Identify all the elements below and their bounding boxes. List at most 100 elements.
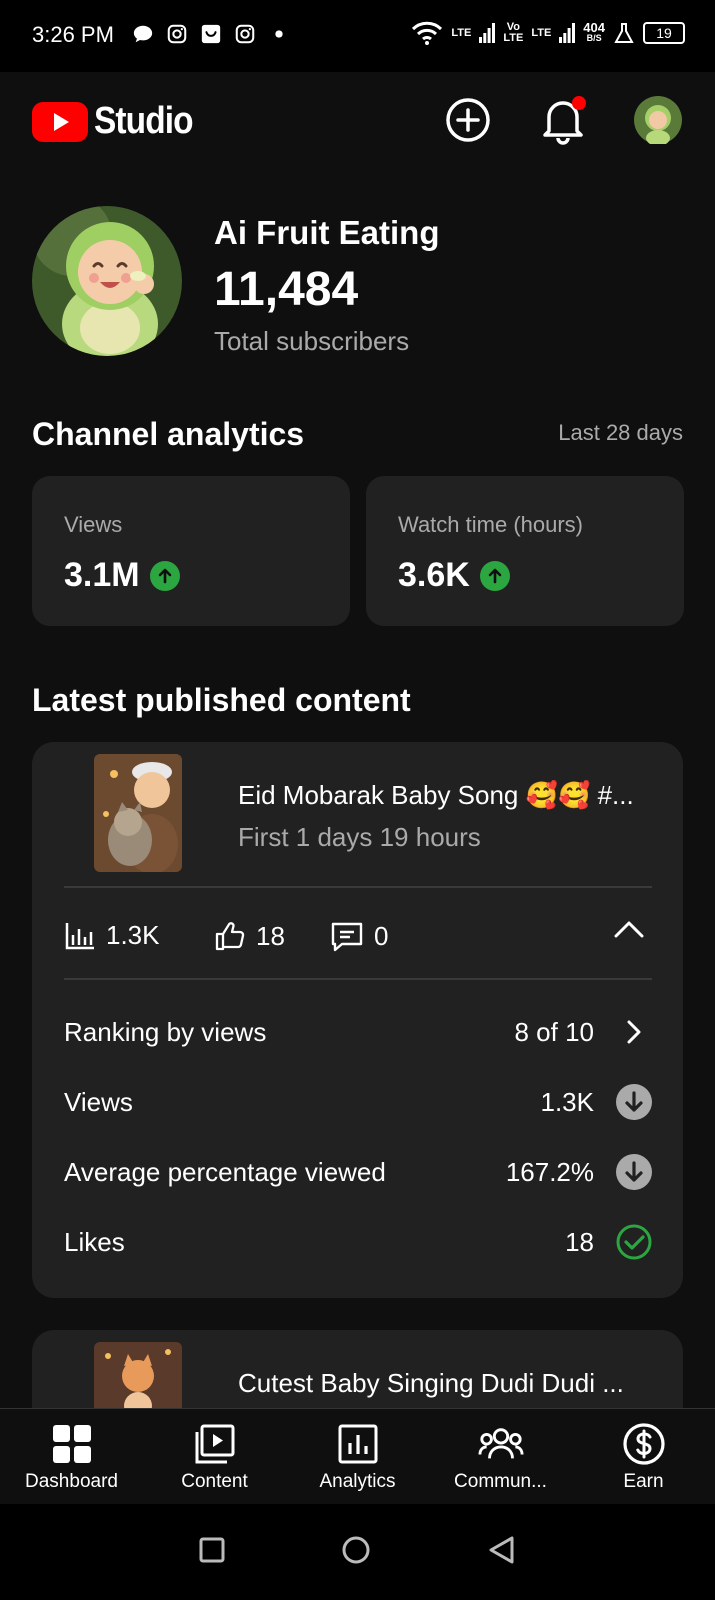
check-circle-icon xyxy=(616,1224,652,1260)
more-notifications-dot-icon xyxy=(275,30,283,38)
divider xyxy=(64,978,652,980)
collapse-button[interactable] xyxy=(613,918,645,945)
row-label: Likes xyxy=(64,1226,125,1257)
lte-label-2: LTE xyxy=(531,26,552,39)
chevron-up-icon xyxy=(614,921,644,938)
home-button[interactable] xyxy=(341,1535,371,1570)
likes-row: Likes 18 xyxy=(64,1222,652,1262)
row-label: Views xyxy=(64,1086,133,1117)
analytics-icon xyxy=(335,1421,381,1467)
youtube-play-icon xyxy=(32,101,88,142)
instagram-icon xyxy=(167,24,187,44)
system-navigation-bar xyxy=(0,1504,715,1600)
watch-time-metric-card[interactable]: Watch time (hours) 3.6K xyxy=(366,476,684,626)
bottom-navigation: Dashboard Content Analytics Commun... Ea… xyxy=(0,1408,715,1504)
nav-earn[interactable]: Earn xyxy=(572,1409,715,1504)
video-title[interactable]: Eid Mobarak Baby Song 🥰🥰 #... xyxy=(238,780,634,811)
latest-video-card: Eid Mobarak Baby Song 🥰🥰 #... First 1 da… xyxy=(32,742,683,1298)
avatar xyxy=(634,96,682,144)
bell-icon xyxy=(543,96,586,145)
latest-content-title: Latest published content xyxy=(32,682,411,718)
signal-icon-2 xyxy=(559,23,576,43)
views-count: 1.3K xyxy=(106,920,160,950)
row-value: 167.2% xyxy=(505,1156,594,1187)
instagram-icon-2 xyxy=(235,24,255,44)
nav-content[interactable]: Content xyxy=(143,1409,286,1504)
nav-label: Content xyxy=(181,1471,248,1492)
plus-circle-icon xyxy=(446,98,490,142)
studio-logo[interactable]: Studio xyxy=(32,100,206,143)
notifications-button[interactable] xyxy=(537,94,589,146)
metric-value: 3.1M xyxy=(64,556,140,594)
metric-label: Views xyxy=(64,512,123,537)
views-row: Views 1.3K xyxy=(64,1082,652,1122)
likes-stat: 18 xyxy=(214,920,285,952)
battery-indicator: 19 xyxy=(643,22,685,44)
status-time: 3:26 PM xyxy=(32,22,114,47)
channel-name: Ai Fruit Eating xyxy=(214,214,440,251)
content-icon xyxy=(192,1421,238,1467)
ranking-row[interactable]: Ranking by views 8 of 10 xyxy=(64,1012,652,1052)
channel-analytics-title: Channel analytics xyxy=(32,416,305,452)
status-bar: 3:26 PM LTE Vo LTE LTE 404 B/S 19 xyxy=(0,0,715,72)
dollar-circle-icon xyxy=(621,1421,667,1467)
trend-up-icon xyxy=(149,560,180,591)
video-thumbnail-image xyxy=(94,754,182,872)
nav-analytics[interactable]: Analytics xyxy=(286,1409,429,1504)
row-label: Average percentage viewed xyxy=(64,1156,386,1187)
video-title[interactable]: Cutest Baby Singing Dudi Dudi ... xyxy=(238,1368,624,1399)
date-range-label: Last 28 days xyxy=(558,420,683,445)
back-button[interactable] xyxy=(487,1535,517,1570)
row-value: 1.3K xyxy=(540,1086,595,1117)
app-bar: Studio xyxy=(0,72,715,172)
metric-value-row: 3.1M xyxy=(64,556,180,595)
community-icon xyxy=(477,1421,524,1467)
logo-text: Studio xyxy=(94,100,194,142)
system-indicators: LTE Vo LTE LTE 404 B/S 19 xyxy=(411,20,685,46)
nav-dashboard[interactable]: Dashboard xyxy=(0,1409,143,1504)
battery-level: 19 xyxy=(656,25,672,41)
views-metric-card[interactable]: Views 3.1M xyxy=(32,476,350,626)
create-button[interactable] xyxy=(442,94,494,146)
chevron-right-icon xyxy=(616,1014,652,1050)
trend-down-icon xyxy=(616,1084,652,1120)
network-speed-unit: B/S xyxy=(586,33,602,43)
row-value: 8 of 10 xyxy=(514,1016,594,1047)
video-thumbnail[interactable] xyxy=(94,754,182,872)
network-speed-value: 404 xyxy=(583,20,605,35)
shopping-app-icon xyxy=(201,24,221,44)
views-stat: 1.3K xyxy=(64,920,160,951)
lte-label: LTE xyxy=(451,26,472,39)
comment-icon xyxy=(331,922,363,952)
wifi-icon xyxy=(412,21,443,45)
trend-up-icon xyxy=(479,560,510,591)
nav-community[interactable]: Commun... xyxy=(429,1409,572,1504)
square-icon xyxy=(199,1537,225,1562)
back-triangle-icon xyxy=(489,1536,514,1563)
nav-label: Commun... xyxy=(454,1471,547,1492)
metric-value-row: 3.6K xyxy=(398,556,510,595)
account-avatar-button[interactable] xyxy=(632,94,684,146)
recents-button[interactable] xyxy=(198,1536,226,1569)
trend-down-icon xyxy=(616,1154,652,1190)
nav-label: Earn xyxy=(623,1471,664,1492)
channel-avatar[interactable] xyxy=(32,206,182,356)
volte-indicator: Vo LTE xyxy=(503,22,523,44)
video-period: First 1 days 19 hours xyxy=(238,822,481,852)
subscriber-count: 11,484 xyxy=(214,263,359,316)
row-value: 18 xyxy=(565,1226,594,1257)
volte-bottom: LTE xyxy=(503,32,524,44)
network-speed: 404 B/S xyxy=(583,20,605,44)
likes-count: 18 xyxy=(256,920,285,951)
bar-chart-icon xyxy=(65,922,94,949)
thumbs-up-icon xyxy=(215,922,245,951)
channel-avatar-image xyxy=(32,206,182,356)
divider xyxy=(64,886,652,888)
circle-icon xyxy=(342,1536,370,1563)
signal-icon xyxy=(479,23,496,43)
avg-percentage-row: Average percentage viewed 167.2% xyxy=(64,1152,652,1192)
row-label: Ranking by views xyxy=(64,1016,267,1047)
lab-flask-icon xyxy=(614,23,634,43)
subscriber-label: Total subscribers xyxy=(214,326,410,356)
notification-icons xyxy=(132,23,290,45)
